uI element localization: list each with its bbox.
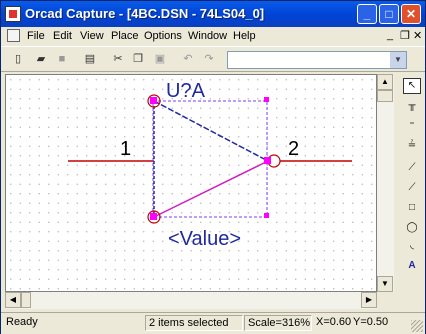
- copy-icon[interactable]: ❐: [129, 51, 147, 68]
- save-icon[interactable]: ■: [53, 51, 71, 68]
- place-rectangle-icon[interactable]: □: [403, 200, 421, 216]
- place-text-icon[interactable]: A: [403, 258, 421, 274]
- menu-window[interactable]: Window: [188, 30, 227, 42]
- window-title: Orcad Capture - [4BC.DSN - 74LS04_0]: [25, 6, 265, 21]
- maximize-button[interactable]: □: [379, 4, 399, 24]
- document-icon[interactable]: [7, 29, 20, 42]
- menu-help[interactable]: Help: [233, 30, 256, 42]
- horizontal-scroll-thumb[interactable]: [21, 292, 31, 308]
- part-reference[interactable]: U?A: [166, 80, 206, 102]
- pin-2-number[interactable]: 2: [288, 138, 299, 160]
- status-selection: 2 items selected: [145, 315, 243, 331]
- place-polyline-icon[interactable]: ⟋: [403, 180, 421, 196]
- selection-handle[interactable]: [264, 213, 269, 218]
- horizontal-scrollbar[interactable]: ◀ ▶: [5, 292, 377, 309]
- place-pin-array-icon[interactable]: ⁼: [403, 118, 421, 134]
- title-bar[interactable]: Orcad Capture - [4BC.DSN - 74LS04_0] _ □…: [1, 1, 425, 27]
- selection-handle[interactable]: [264, 157, 271, 164]
- open-icon[interactable]: ▰: [32, 51, 50, 68]
- new-icon[interactable]: ▯: [9, 51, 27, 68]
- close-button[interactable]: ✕: [401, 4, 421, 24]
- vertical-scrollbar[interactable]: ▲ ▼: [377, 74, 394, 292]
- place-ieee-symbol-icon[interactable]: ≟: [403, 138, 421, 154]
- menu-bar: File Edit View Place Options Window Help…: [1, 27, 425, 45]
- print-icon[interactable]: ▤: [81, 51, 99, 68]
- vertical-scroll-thumb[interactable]: [377, 90, 393, 102]
- place-pin-icon[interactable]: ╥: [403, 98, 421, 114]
- menu-file[interactable]: File: [27, 30, 45, 42]
- selection-handle[interactable]: [150, 213, 157, 220]
- place-ellipse-icon[interactable]: ◯: [403, 220, 421, 236]
- menu-view[interactable]: View: [80, 30, 104, 42]
- selection-handle[interactable]: [264, 97, 269, 102]
- toolbar: ▯ ▰ ■ ▤ ✂ ❐ ▣ ↶ ↷ ▼: [1, 46, 425, 72]
- application-window: Orcad Capture - [4BC.DSN - 74LS04_0] _ □…: [0, 0, 426, 334]
- mdi-minimize-button[interactable]: _: [387, 29, 393, 41]
- resize-grip-icon[interactable]: [411, 320, 423, 332]
- redo-icon[interactable]: ↷: [200, 51, 218, 68]
- menu-edit[interactable]: Edit: [53, 30, 72, 42]
- scroll-down-arrow-icon[interactable]: ▼: [377, 276, 393, 292]
- status-x: X=0.60: [316, 316, 351, 328]
- toolbar-combo[interactable]: ▼: [227, 51, 407, 69]
- mdi-close-button[interactable]: ✕: [413, 29, 422, 42]
- selection-handle[interactable]: [150, 97, 157, 104]
- cut-icon[interactable]: ✂: [109, 51, 127, 68]
- pin-1-number[interactable]: 1: [120, 138, 131, 160]
- status-ready: Ready: [6, 316, 38, 328]
- status-y: Y=0.50: [353, 316, 389, 328]
- body-bottom-edge[interactable]: [153, 160, 269, 218]
- part-value[interactable]: <Value>: [168, 228, 241, 250]
- scroll-right-arrow-icon[interactable]: ▶: [361, 292, 377, 308]
- part-editor-canvas[interactable]: U?A <Value> 1 2: [5, 74, 377, 292]
- app-icon[interactable]: [5, 6, 21, 22]
- menu-place[interactable]: Place: [111, 30, 139, 42]
- mdi-restore-button[interactable]: ❐: [400, 29, 410, 42]
- chevron-down-icon[interactable]: ▼: [390, 52, 406, 68]
- status-bar: Ready 2 items selected Scale=316% X=0.60…: [1, 312, 425, 334]
- menu-options[interactable]: Options: [144, 30, 182, 42]
- selection-box: [152, 100, 268, 218]
- place-arc-icon[interactable]: ◟: [403, 238, 421, 254]
- minimize-button[interactable]: _: [357, 4, 377, 24]
- scroll-left-arrow-icon[interactable]: ◀: [5, 292, 21, 308]
- status-scale: Scale=316%: [244, 315, 312, 331]
- tool-palette: ↖ ╥ ⁼ ≟ ⟋ ⟋ □ ◯ ◟ A: [400, 74, 424, 292]
- undo-icon[interactable]: ↶: [179, 51, 197, 68]
- place-line-icon[interactable]: ⟋: [403, 160, 421, 176]
- body-top-edge[interactable]: [153, 100, 269, 162]
- scroll-up-arrow-icon[interactable]: ▲: [377, 74, 393, 90]
- select-tool-icon[interactable]: ↖: [403, 78, 421, 94]
- paste-icon[interactable]: ▣: [151, 51, 169, 68]
